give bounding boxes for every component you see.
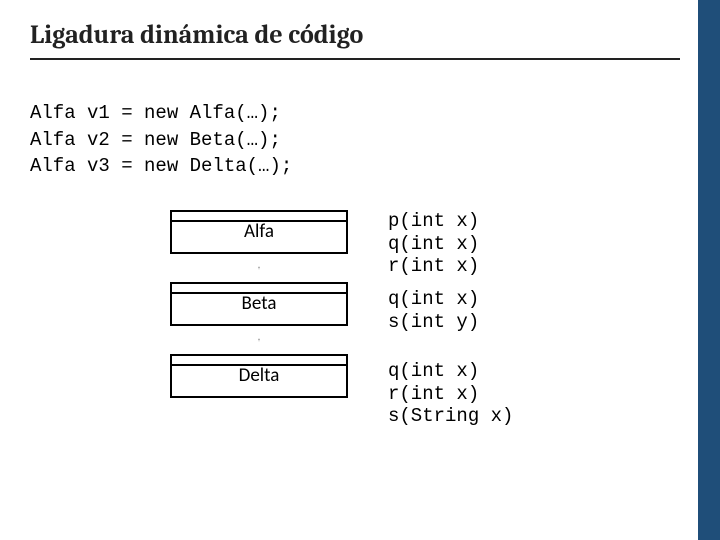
- accent-bar: [698, 0, 720, 540]
- diagram: Alfa Beta Delta p(int x): [30, 210, 680, 428]
- class-box-beta: Beta: [170, 282, 348, 326]
- methods-alfa: p(int x) q(int x) r(int x): [388, 210, 513, 282]
- class-label: Alfa: [244, 220, 274, 243]
- methods-delta: q(int x) r(int x) s(String x): [388, 354, 513, 428]
- inheritance-arrow: [258, 254, 260, 282]
- methods-column: p(int x) q(int x) r(int x) q(int x) s(in…: [388, 210, 513, 428]
- class-box-alfa: Alfa: [170, 210, 348, 254]
- class-label: Delta: [239, 364, 280, 387]
- slide-content: Ligadura dinámica de código Alfa v1 = ne…: [0, 0, 720, 448]
- inheritance-arrow: [258, 326, 260, 354]
- page-title: Ligadura dinámica de código: [30, 20, 680, 60]
- class-hierarchy: Alfa Beta Delta: [170, 210, 348, 398]
- class-box-delta: Delta: [170, 354, 348, 398]
- code-block: Alfa v1 = new Alfa(…); Alfa v2 = new Bet…: [30, 100, 680, 180]
- class-label: Beta: [242, 292, 277, 315]
- methods-beta: q(int x) s(int y): [388, 282, 513, 354]
